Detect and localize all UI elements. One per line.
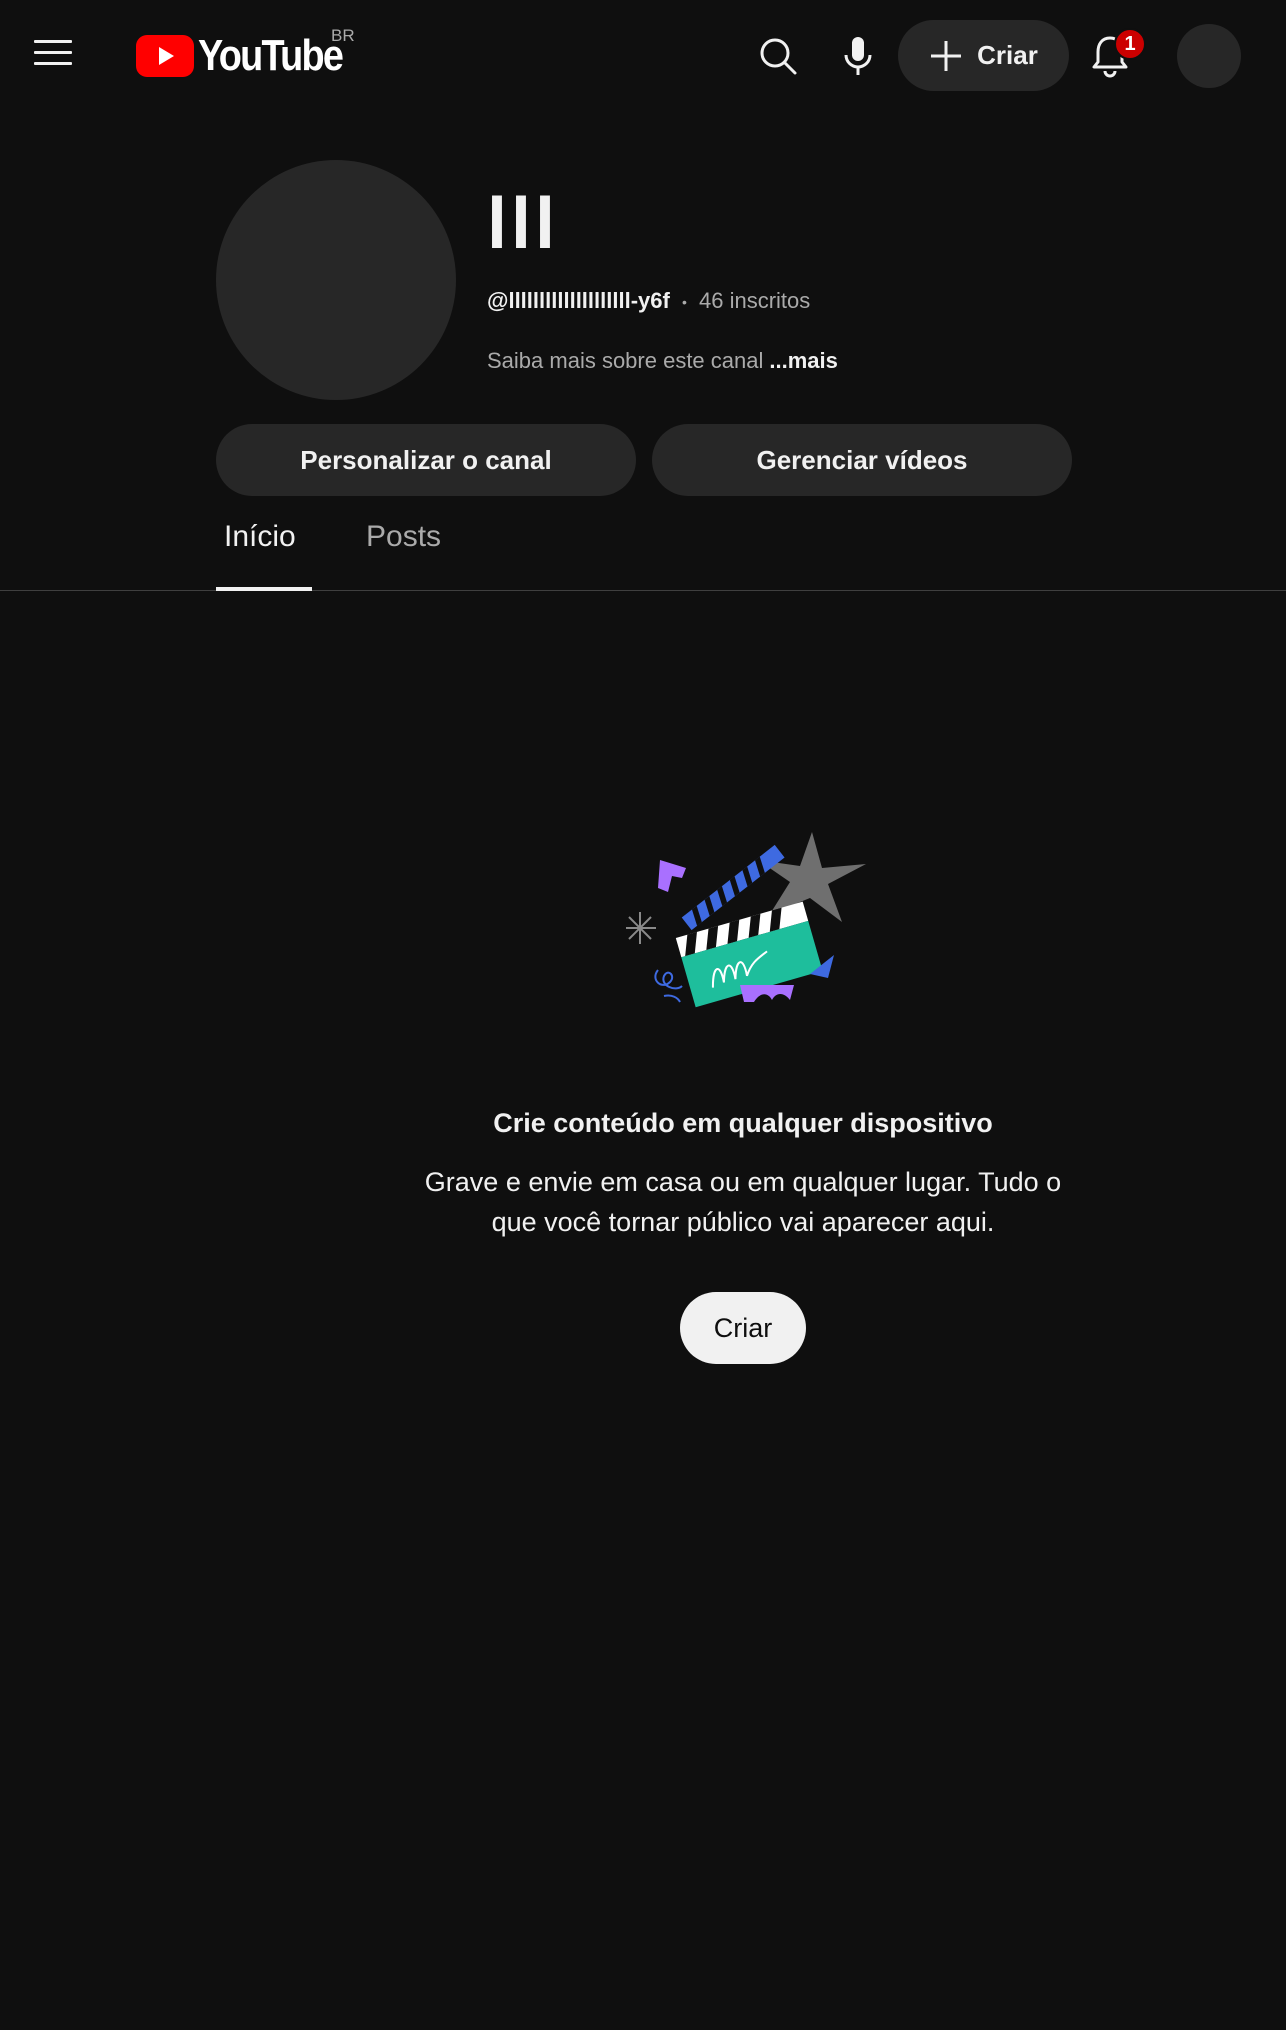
channel-avatar — [216, 160, 456, 400]
customize-channel-button[interactable]: Personalizar o canal — [216, 424, 636, 496]
notification-badge: 1 — [1114, 28, 1146, 60]
youtube-play-icon — [136, 35, 194, 77]
about-text: Saiba mais sobre este canal — [487, 348, 764, 373]
tab-home[interactable]: Início — [224, 520, 296, 554]
create-button[interactable]: Criar — [680, 1292, 806, 1364]
empty-state-description: Grave e envie em casa ou em qualquer lug… — [424, 1167, 1062, 1237]
search-icon — [760, 38, 797, 75]
account-avatar[interactable] — [1177, 24, 1241, 88]
channel-about-link[interactable]: Saiba mais sobre este canal ...mais — [487, 348, 838, 374]
create-button-header[interactable]: Criar — [898, 20, 1069, 91]
region-code: BR — [331, 26, 355, 45]
tab-posts[interactable]: Posts — [366, 520, 441, 554]
logo-text: YouTube — [198, 31, 344, 80]
menu-button[interactable] — [34, 38, 72, 68]
tabs-divider — [0, 590, 1286, 591]
manage-videos-button[interactable]: Gerenciar vídeos — [652, 424, 1072, 496]
create-button-label: Criar — [977, 40, 1038, 70]
channel-name: lll — [487, 184, 560, 264]
meta-separator: • — [681, 294, 687, 311]
about-more: ...mais — [769, 348, 838, 373]
plus-icon — [931, 40, 962, 71]
microphone-icon — [844, 37, 872, 75]
channel-meta: @llllllllllllllllllll-y6f • 46 inscritos — [487, 288, 810, 314]
voice-search-button[interactable] — [834, 32, 882, 80]
empty-state-title: Crie conteúdo em qualquer dispositivo — [493, 1108, 993, 1138]
clapperboard-illustration — [626, 832, 866, 1008]
channel-handle: @llllllllllllllllllll-y6f — [487, 288, 670, 313]
active-tab-indicator — [216, 587, 312, 591]
search-button[interactable] — [754, 32, 802, 80]
subscriber-count: 46 inscritos — [698, 288, 811, 313]
